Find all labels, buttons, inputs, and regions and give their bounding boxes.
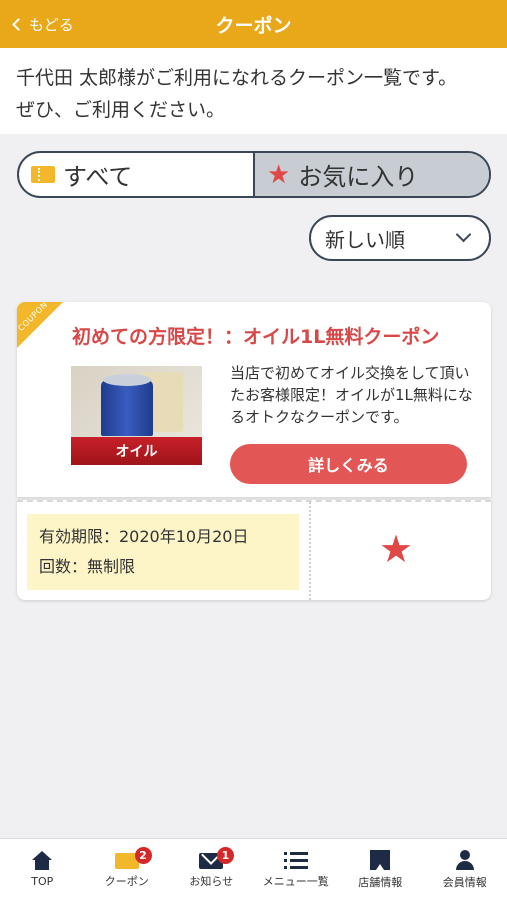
nav-item-top[interactable]: TOP xyxy=(0,839,85,900)
coupon-validity-box: 有効期限：2020年10月20日 回数：無制限 xyxy=(27,514,299,590)
intro-line-2: ぜひ、ご利用ください。 xyxy=(16,99,226,121)
page-title: クーポン xyxy=(215,14,292,37)
coupon-card-footer: 有効期限：2020年10月20日 回数：無制限 ★ xyxy=(17,500,491,600)
app-header: もどる クーポン xyxy=(0,0,507,48)
coupon-title: 初めての方限定！：オイル1L無料クーポン xyxy=(72,326,440,348)
news-badge: 1 xyxy=(217,847,234,864)
coupon-image-label: オイル xyxy=(71,437,202,465)
sort-selected-label: 新しい順 xyxy=(325,227,405,252)
intro-message: 千代田 太郎様がご利用になれるクーポン一覧です。 ぜひ、ご利用ください。 xyxy=(0,48,507,134)
intro-line-1: 千代田 太郎様がご利用になれるクーポン一覧です。 xyxy=(16,67,458,89)
divider xyxy=(309,502,311,600)
nav-item-coupon[interactable]: 2 クーポン xyxy=(85,839,170,900)
coupon-filter-tabs: すべて ★ お気に入り xyxy=(17,151,491,198)
back-label: もどる xyxy=(29,15,74,34)
menu-list-icon xyxy=(283,851,308,869)
coupon-image: オイル xyxy=(71,366,202,465)
nav-item-news[interactable]: 1 お知らせ xyxy=(169,839,254,900)
ticket-icon xyxy=(31,166,55,183)
chevron-left-icon xyxy=(12,17,25,31)
nav-label-store: 店舗情報 xyxy=(358,875,403,889)
nav-item-menu[interactable]: メニュー一覧 xyxy=(254,839,339,900)
member-icon xyxy=(454,849,476,870)
nav-item-store[interactable]: 店舗情報 xyxy=(338,839,423,900)
coupon-card: COUPON 初めての方限定！：オイル1L無料クーポン オイル 当店で初めてオイ… xyxy=(17,302,491,497)
sort-select[interactable]: 新しい順 xyxy=(309,215,491,261)
star-icon: ★ xyxy=(267,159,291,190)
nav-label-coupon: クーポン xyxy=(104,874,149,888)
chevron-down-icon xyxy=(455,226,472,243)
coupon-badge: 2 xyxy=(134,847,152,864)
coupon-description: 当店で初めてオイル交換をして頂いたお客様限定！オイルが1L無料になるオトクなクー… xyxy=(230,364,473,426)
tab-all[interactable]: すべて xyxy=(19,153,253,196)
tab-favorites-label: お気に入り xyxy=(298,163,419,191)
nav-label-member: 会員情報 xyxy=(442,875,487,889)
coupon-detail-button[interactable]: 詳しくみる xyxy=(230,444,467,484)
tab-favorites[interactable]: ★ お気に入り xyxy=(253,153,489,196)
home-icon xyxy=(31,851,53,871)
nav-label-news: お知らせ xyxy=(189,874,234,888)
tab-all-label: すべて xyxy=(63,163,133,191)
nav-label-top: TOP xyxy=(31,875,54,888)
oil-can xyxy=(101,374,153,436)
store-icon xyxy=(370,849,391,870)
nav-label-menu: メニュー一覧 xyxy=(262,874,329,888)
coupon-expiry: 有効期限：2020年10月20日 xyxy=(39,527,249,546)
nav-item-member[interactable]: 会員情報 xyxy=(423,839,507,900)
coupon-usage-count: 回数：無制限 xyxy=(39,557,136,576)
back-button[interactable]: もどる xyxy=(10,0,74,48)
favorite-star-icon[interactable]: ★ xyxy=(379,530,413,568)
bottom-nav: TOP 2 クーポン 1 お知らせ メニュー一覧 店舗情報 会員情報 xyxy=(0,838,507,900)
